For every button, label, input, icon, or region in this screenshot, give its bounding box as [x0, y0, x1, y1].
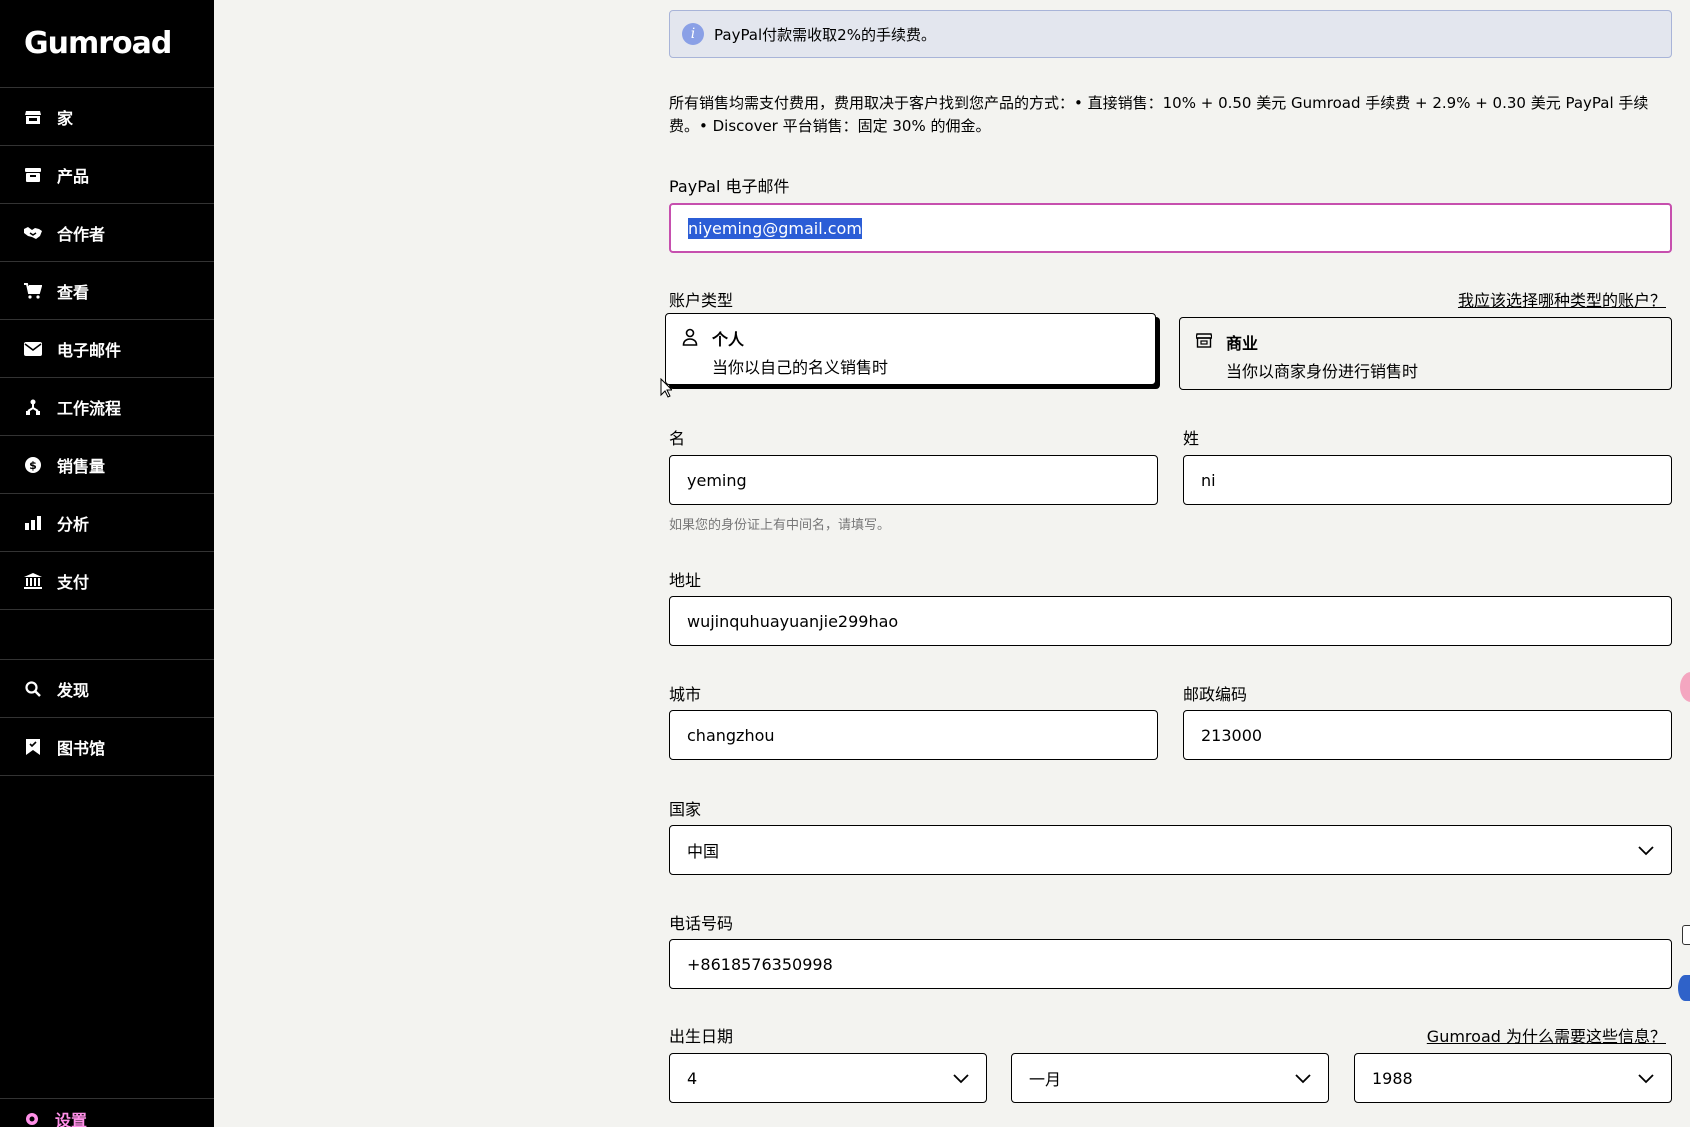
logo[interactable]: Gumroad [0, 0, 214, 88]
sidebar-item-home[interactable]: 家 [0, 88, 214, 146]
bank-icon [24, 572, 42, 590]
zip-label: 邮政编码 [1183, 685, 1248, 704]
sidebar-item-label: 分析 [57, 514, 90, 534]
search-icon [24, 680, 42, 698]
account-type-subtitle: 当你以商家身份进行销售时 [1226, 362, 1419, 381]
city-input[interactable]: changzhou [669, 710, 1158, 760]
fee-description: 所有销售均需支付费用，费用取决于客户找到您产品的方式：• 直接销售：10% + … [669, 94, 1649, 135]
bookmark-icon [24, 738, 42, 756]
sidebar-item-collaborators[interactable]: 合作者 [0, 204, 214, 262]
user-icon [682, 328, 700, 346]
country-label: 国家 [669, 800, 702, 819]
gear-icon [24, 1111, 40, 1127]
sidebar-item-label: 合作者 [57, 224, 106, 244]
sidebar-item-sales[interactable]: $ 销售量 [0, 436, 214, 494]
sidebar-item-label: 电子邮件 [57, 340, 122, 360]
first-name-input[interactable]: yeming [669, 455, 1158, 505]
sidebar-item-analytics[interactable]: 分析 [0, 494, 214, 552]
dollar-icon: $ [24, 456, 42, 474]
address-label: 地址 [669, 571, 702, 590]
middle-name-hint: 如果您的身份证上有中间名，请填写。 [669, 518, 891, 533]
first-name-label: 名 [669, 429, 686, 448]
handshake-icon [24, 224, 42, 242]
address-input[interactable]: wujinquhuayuanjie299hao [669, 596, 1672, 646]
sidebar-item-payouts[interactable]: 支付 [0, 552, 214, 610]
account-type-help-link[interactable]: 我应该选择哪种类型的账户？ [1458, 287, 1666, 311]
info-icon: i [682, 23, 704, 45]
mouse-cursor-icon [660, 378, 672, 398]
city-label: 城市 [669, 685, 702, 704]
sidebar-item-products[interactable]: 产品 [0, 146, 214, 204]
chevron-down-icon [1295, 1074, 1311, 1084]
country-select[interactable]: 中国 [669, 825, 1672, 875]
chevron-down-icon [1638, 1074, 1654, 1084]
floating-widget-button[interactable] [1678, 975, 1690, 1001]
dob-day-select[interactable]: 4 [669, 1053, 987, 1103]
fee-notice: i PayPal付款需收取2%的手续费。 [669, 10, 1672, 58]
svg-text:$: $ [29, 459, 37, 472]
last-name-label: 姓 [1183, 429, 1200, 448]
bar-chart-icon [24, 514, 42, 532]
sidebar-item-workflows[interactable]: 工作流程 [0, 378, 214, 436]
dob-month-select[interactable]: 一月 [1011, 1053, 1329, 1103]
logo-text[interactable]: Gumroad [24, 26, 172, 61]
floating-widget-button[interactable] [1680, 672, 1690, 702]
archive-icon [24, 166, 42, 184]
account-type-label: 账户类型 [669, 291, 734, 310]
account-type-individual[interactable]: 个人 当你以自己的名义销售时 [665, 313, 1156, 385]
account-type-title: 个人 [712, 330, 745, 349]
account-type-subtitle: 当你以自己的名义销售时 [712, 358, 889, 377]
dob-year-value: 1988 [1372, 1068, 1413, 1088]
sidebar: Gumroad 家 产品 合作者 查看 电子邮件 工作流程 $ 销售量 分析 支… [0, 0, 214, 1127]
sidebar-item-library[interactable]: 图书馆 [0, 718, 214, 776]
cart-icon [24, 282, 42, 300]
country-value: 中国 [687, 842, 720, 861]
sidebar-item-label: 查看 [57, 282, 90, 302]
account-type-title: 商业 [1226, 334, 1259, 353]
dob-label: 出生日期 [669, 1027, 734, 1046]
store-icon [1195, 332, 1214, 350]
chevron-down-icon [953, 1074, 969, 1084]
chevron-down-icon [1638, 846, 1654, 856]
dob-help-link[interactable]: Gumroad 为什么需要这些信息？ [1427, 1023, 1666, 1047]
floating-widget-button[interactable] [1682, 925, 1690, 945]
sidebar-item-label: 家 [57, 108, 74, 128]
store-icon [24, 108, 42, 126]
sidebar-item-checkout[interactable]: 查看 [0, 262, 214, 320]
sidebar-item-label: 销售量 [57, 456, 106, 476]
sidebar-item-label: 产品 [57, 166, 90, 186]
envelope-icon [24, 340, 42, 358]
sidebar-item-discover[interactable]: 发现 [0, 660, 214, 718]
sidebar-item-label: 工作流程 [57, 398, 122, 418]
dob-year-select[interactable]: 1988 [1354, 1053, 1672, 1103]
paypal-email-label: PayPal 电子邮件 [669, 177, 790, 196]
sidebar-item-label: 图书馆 [57, 738, 106, 758]
sidebar-item-label: 设置 [55, 1110, 88, 1127]
sidebar-item-emails[interactable]: 电子邮件 [0, 320, 214, 378]
phone-label: 电话号码 [669, 914, 734, 933]
phone-input[interactable]: +8618576350998 [669, 939, 1672, 989]
sidebar-item-label: 发现 [57, 680, 90, 700]
sidebar-spacer [0, 610, 214, 660]
dob-month-value: 一月 [1029, 1070, 1062, 1089]
account-type-business[interactable]: 商业 当你以商家身份进行销售时 [1179, 317, 1672, 390]
workflow-icon [24, 398, 42, 416]
last-name-input[interactable]: ni [1183, 455, 1672, 505]
dob-day-value: 4 [687, 1068, 698, 1088]
zip-input[interactable]: 213000 [1183, 710, 1672, 760]
paypal-email-input[interactable]: niyeming@gmail.com [669, 203, 1672, 253]
paypal-email-value: niyeming@gmail.com [688, 217, 862, 239]
sidebar-item-label: 支付 [57, 572, 90, 592]
notice-text: PayPal付款需收取2%的手续费。 [714, 25, 936, 44]
sidebar-item-settings[interactable]: 设置 [0, 1098, 214, 1127]
